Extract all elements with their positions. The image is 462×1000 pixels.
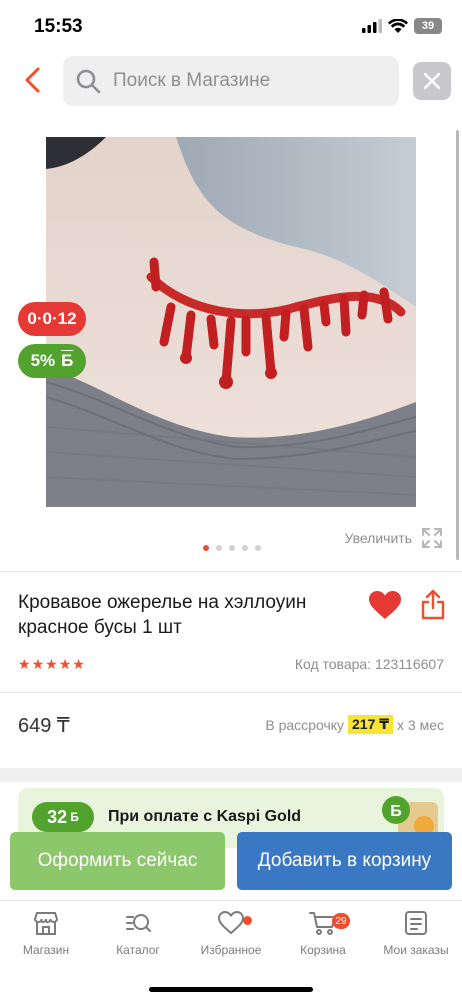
- catalog-icon: [126, 914, 151, 932]
- svg-text:Б: Б: [390, 803, 402, 820]
- installment-amount: 217 ₸: [348, 715, 394, 734]
- zoom-label: Увеличить: [344, 530, 412, 546]
- heart-icon: [369, 591, 401, 619]
- installment-prefix: В рассрочку: [265, 716, 345, 733]
- installment-suffix: х 3 мес: [397, 716, 444, 733]
- gallery-dot[interactable]: [242, 545, 248, 551]
- section-divider: [0, 768, 462, 782]
- rating-stars: ★ ★ ★ ★ ★: [18, 656, 85, 673]
- kaspi-bonus-currency: Б: [70, 810, 79, 824]
- clear-search-button[interactable]: [413, 62, 451, 100]
- search-placeholder: Поиск в Магазине: [113, 70, 271, 91]
- gallery-dot[interactable]: [255, 545, 261, 551]
- status-time: 15:53: [34, 16, 83, 37]
- top-bar: Поиск в Магазине: [0, 56, 462, 106]
- share-icon: [421, 589, 445, 620]
- heart-outline-icon: [217, 910, 245, 935]
- tab-cart-label: Корзина: [300, 943, 346, 957]
- tab-store-label: Магазин: [22, 943, 70, 957]
- status-bar: 15:53 39: [0, 0, 462, 54]
- product-sku: Код товара: 123116607: [294, 656, 444, 672]
- product-image[interactable]: [46, 137, 416, 507]
- star-icon: ★: [72, 656, 85, 672]
- gallery-dot[interactable]: [229, 545, 235, 551]
- tab-orders[interactable]: Мои заказы: [370, 909, 462, 969]
- kaspi-bonus-pill: 32 Б: [32, 802, 94, 832]
- tab-catalog-label: Каталог: [116, 943, 160, 957]
- favorites-dot: [243, 916, 252, 925]
- bonus-percent: 5%: [30, 351, 56, 370]
- kaspi-promo-text: При оплате с Kaspi Gold: [108, 808, 302, 825]
- home-indicator: [149, 987, 313, 992]
- search-input[interactable]: Поиск в Магазине: [63, 56, 399, 106]
- star-icon: ★: [58, 656, 72, 672]
- search-icon: [76, 69, 101, 94]
- star-icon: ★: [45, 656, 58, 672]
- wifi-icon: [388, 18, 408, 33]
- tab-cart[interactable]: 29 Корзина: [277, 909, 369, 969]
- star-icon: ★: [31, 656, 45, 672]
- divider: [0, 692, 462, 693]
- chevron-left-icon: [25, 67, 40, 93]
- orders-icon: [405, 911, 427, 935]
- battery-indicator: 39: [414, 18, 442, 34]
- cart-count-badge: 29: [332, 913, 350, 929]
- bonus-currency: Б: [61, 351, 74, 370]
- tab-catalog[interactable]: Каталог: [92, 909, 184, 969]
- divider: [0, 571, 462, 572]
- share-button[interactable]: [420, 588, 446, 620]
- close-icon: [423, 72, 441, 90]
- product-title: Кровавое ожерелье на хэллоуин красное бу…: [18, 592, 307, 638]
- installment-badge: 0·0·12: [18, 302, 86, 336]
- product-price: 649 ₸: [18, 715, 70, 737]
- back-button[interactable]: [18, 64, 50, 96]
- star-icon: ★: [18, 656, 31, 672]
- buy-now-button[interactable]: Оформить сейчас: [10, 832, 225, 890]
- add-to-cart-button[interactable]: Добавить в корзину: [237, 832, 452, 890]
- expand-icon: [422, 528, 442, 548]
- favorite-button[interactable]: [368, 590, 402, 620]
- kaspi-bonus-value: 32: [47, 806, 68, 827]
- store-icon: [33, 912, 59, 935]
- bonus-badge: 5% Б: [18, 344, 86, 378]
- installment-info[interactable]: В рассрочку 217 ₸ х 3 мес: [265, 715, 444, 734]
- tab-store[interactable]: Магазин: [0, 909, 92, 969]
- gallery-dots: [203, 545, 261, 551]
- product-photo: [46, 137, 416, 507]
- tab-orders-label: Мои заказы: [383, 943, 449, 957]
- signal-icon: [362, 19, 382, 33]
- tab-bar: Магазин Каталог Избранное 29 Корзина Мои…: [0, 900, 462, 1000]
- tab-favorites[interactable]: Избранное: [185, 909, 277, 969]
- gallery-dot[interactable]: [203, 545, 209, 551]
- page-scrollbar[interactable]: [456, 130, 459, 560]
- zoom-button[interactable]: Увеличить: [344, 526, 444, 550]
- tab-favorites-label: Избранное: [200, 943, 262, 957]
- status-icons: 39: [362, 18, 442, 34]
- gallery-dot[interactable]: [216, 545, 222, 551]
